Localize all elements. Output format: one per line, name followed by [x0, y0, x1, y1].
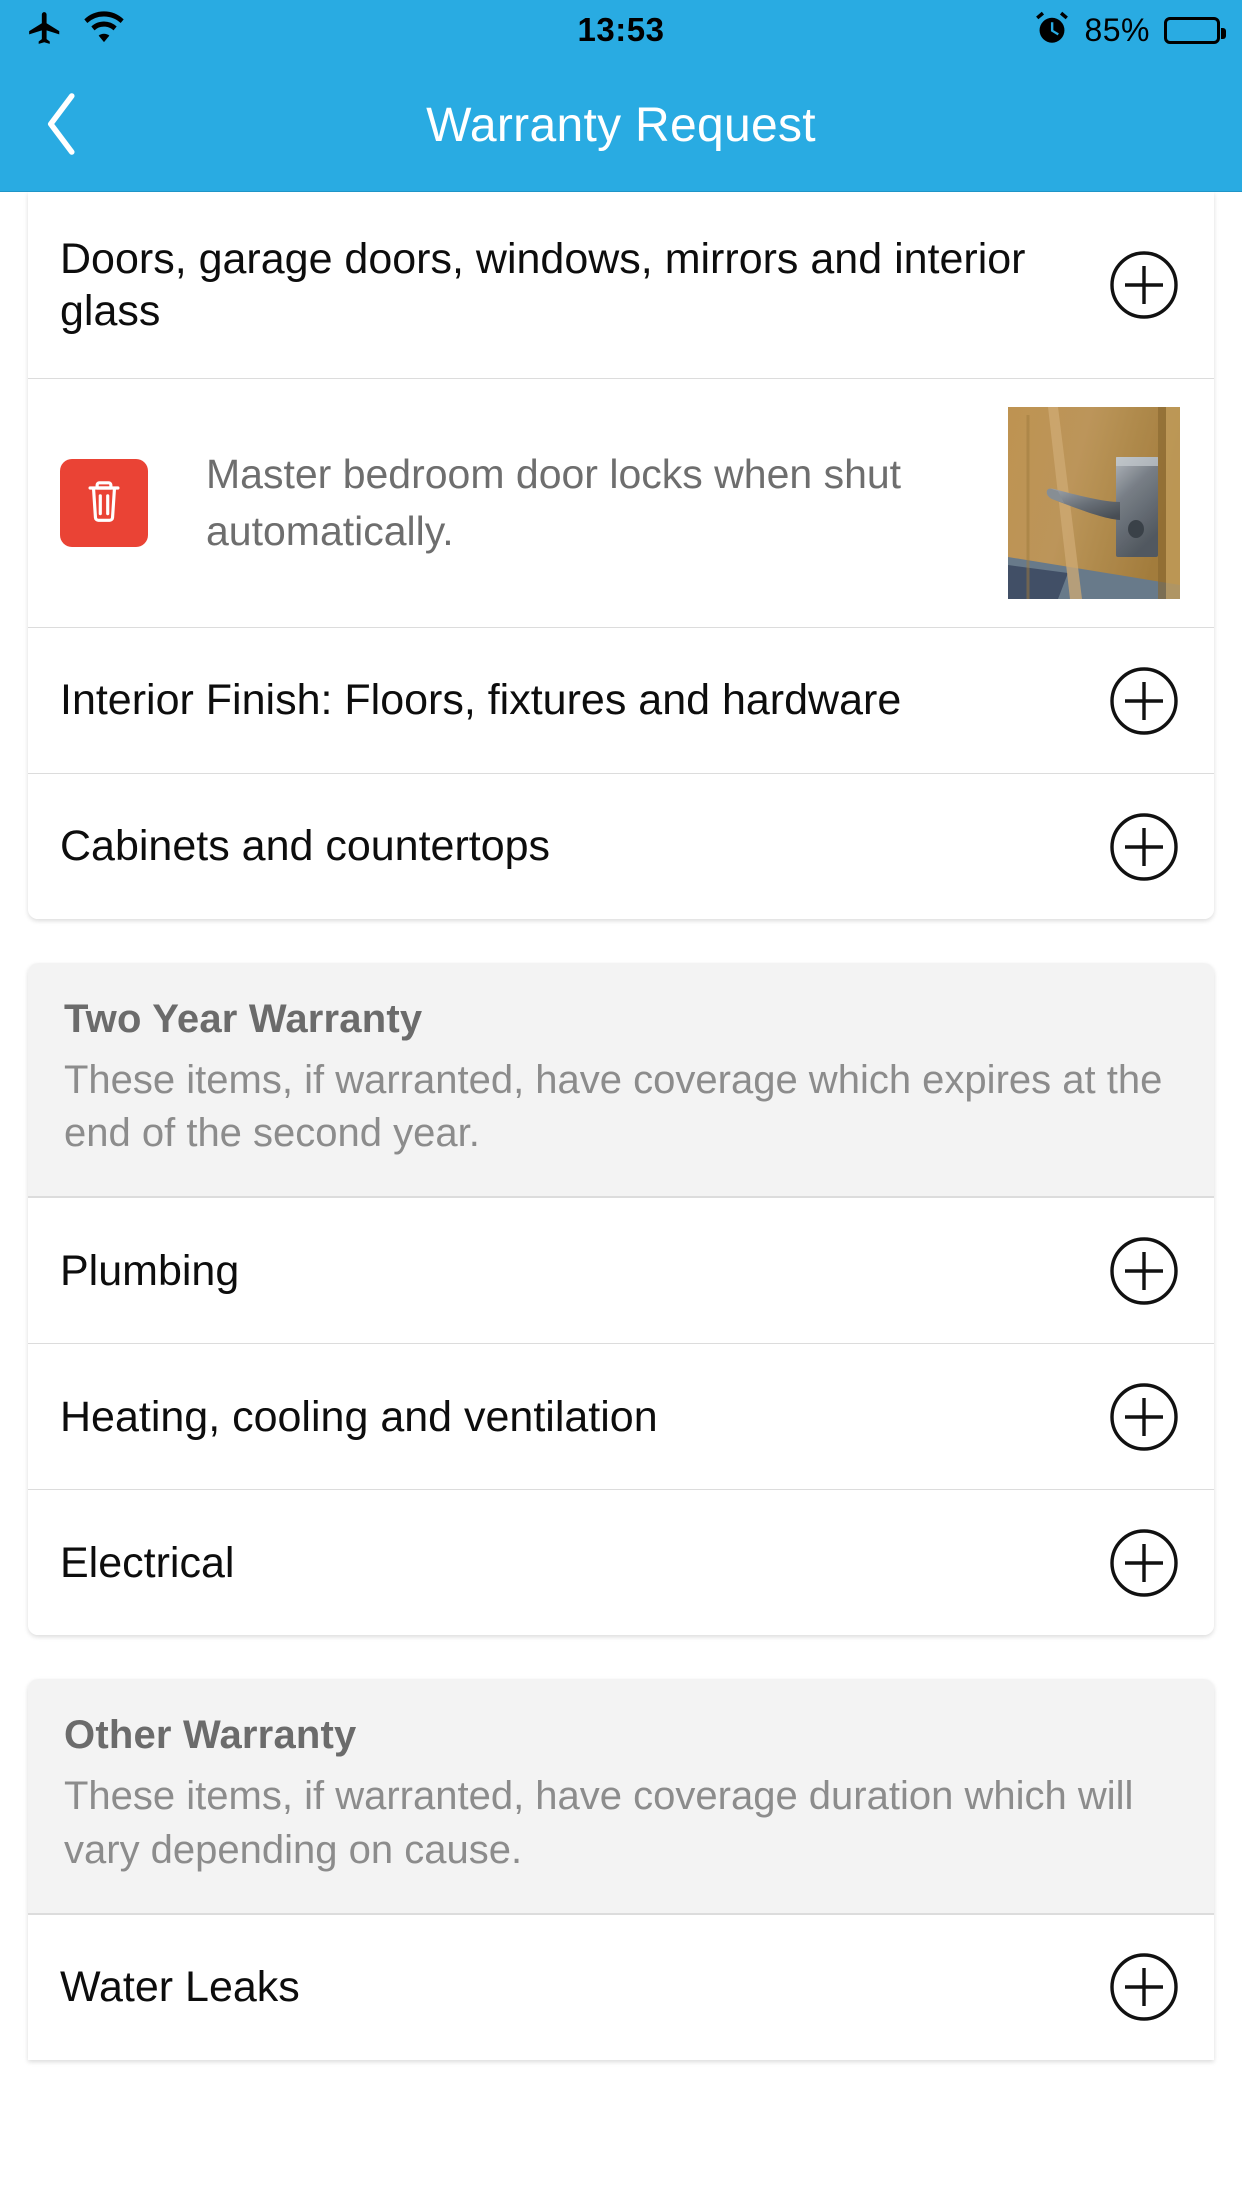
category-label: Cabinets and countertops [60, 822, 551, 871]
section-title: Two Year Warranty [64, 997, 423, 1041]
section-description: These items, if warranted, have coverage… [64, 1058, 1163, 1156]
back-chevron-icon [41, 89, 85, 164]
battery-icon [1164, 16, 1226, 44]
category-row-heating-cooling[interactable]: Heating, cooling and ventilation [28, 1343, 1214, 1490]
plus-circle-icon[interactable] [1108, 1381, 1180, 1453]
section-card-other-warranty: Other Warranty These items, if warranted… [28, 1679, 1214, 2060]
category-label: Doors, garage doors, windows, mirrors an… [60, 234, 1026, 335]
section-card-one-year-continued: Doors, garage doors, windows, mirrors an… [28, 192, 1214, 919]
back-button[interactable] [18, 60, 108, 192]
status-bar: 13:53 85% [0, 0, 1242, 60]
warranty-category-list[interactable]: Doors, garage doors, windows, mirrors an… [0, 192, 1242, 2208]
complaint-photo-thumbnail[interactable] [1008, 407, 1180, 599]
category-row-plumbing[interactable]: Plumbing [28, 1197, 1214, 1344]
plus-circle-icon[interactable] [1108, 249, 1180, 321]
complaint-row[interactable]: Master bedroom door locks when shut auto… [28, 378, 1214, 627]
category-row-doors[interactable]: Doors, garage doors, windows, mirrors an… [28, 192, 1214, 378]
plus-circle-icon[interactable] [1108, 1951, 1180, 2023]
page-title: Warranty Request [426, 99, 816, 152]
battery-percentage: 85% [1084, 11, 1150, 48]
category-label: Electrical [60, 1538, 235, 1587]
door-handle-photo [1008, 407, 1180, 599]
section-header-other: Other Warranty These items, if warranted… [28, 1679, 1214, 1914]
section-card-two-year-warranty: Two Year Warranty These items, if warran… [28, 963, 1214, 1636]
section-header-two-year: Two Year Warranty These items, if warran… [28, 963, 1214, 1198]
category-row-interior-finish[interactable]: Interior Finish: Floors, fixtures and ha… [28, 627, 1214, 773]
section-description: These items, if warranted, have coverage… [64, 1774, 1134, 1872]
plus-circle-icon[interactable] [1108, 1527, 1180, 1599]
plus-circle-icon[interactable] [1108, 1235, 1180, 1307]
delete-complaint-button[interactable] [60, 459, 148, 547]
category-label: Water Leaks [60, 1963, 300, 2012]
complaint-description: Master bedroom door locks when shut auto… [206, 451, 902, 554]
category-row-cabinets[interactable]: Cabinets and countertops [28, 773, 1214, 919]
plus-circle-icon[interactable] [1108, 811, 1180, 883]
category-label: Plumbing [60, 1246, 240, 1295]
section-title: Other Warranty [64, 1713, 357, 1758]
plus-circle-icon[interactable] [1108, 665, 1180, 737]
category-row-water-leaks[interactable]: Water Leaks [28, 1913, 1214, 2060]
status-bar-right: 85% [1034, 0, 1226, 60]
trash-icon [81, 475, 127, 532]
category-label: Interior Finish: Floors, fixtures and ha… [60, 676, 902, 725]
nav-bar: Warranty Request [0, 60, 1242, 192]
category-label: Heating, cooling and ventilation [60, 1392, 658, 1441]
category-row-electrical[interactable]: Electrical [28, 1489, 1214, 1636]
alarm-clock-icon [1034, 10, 1070, 51]
